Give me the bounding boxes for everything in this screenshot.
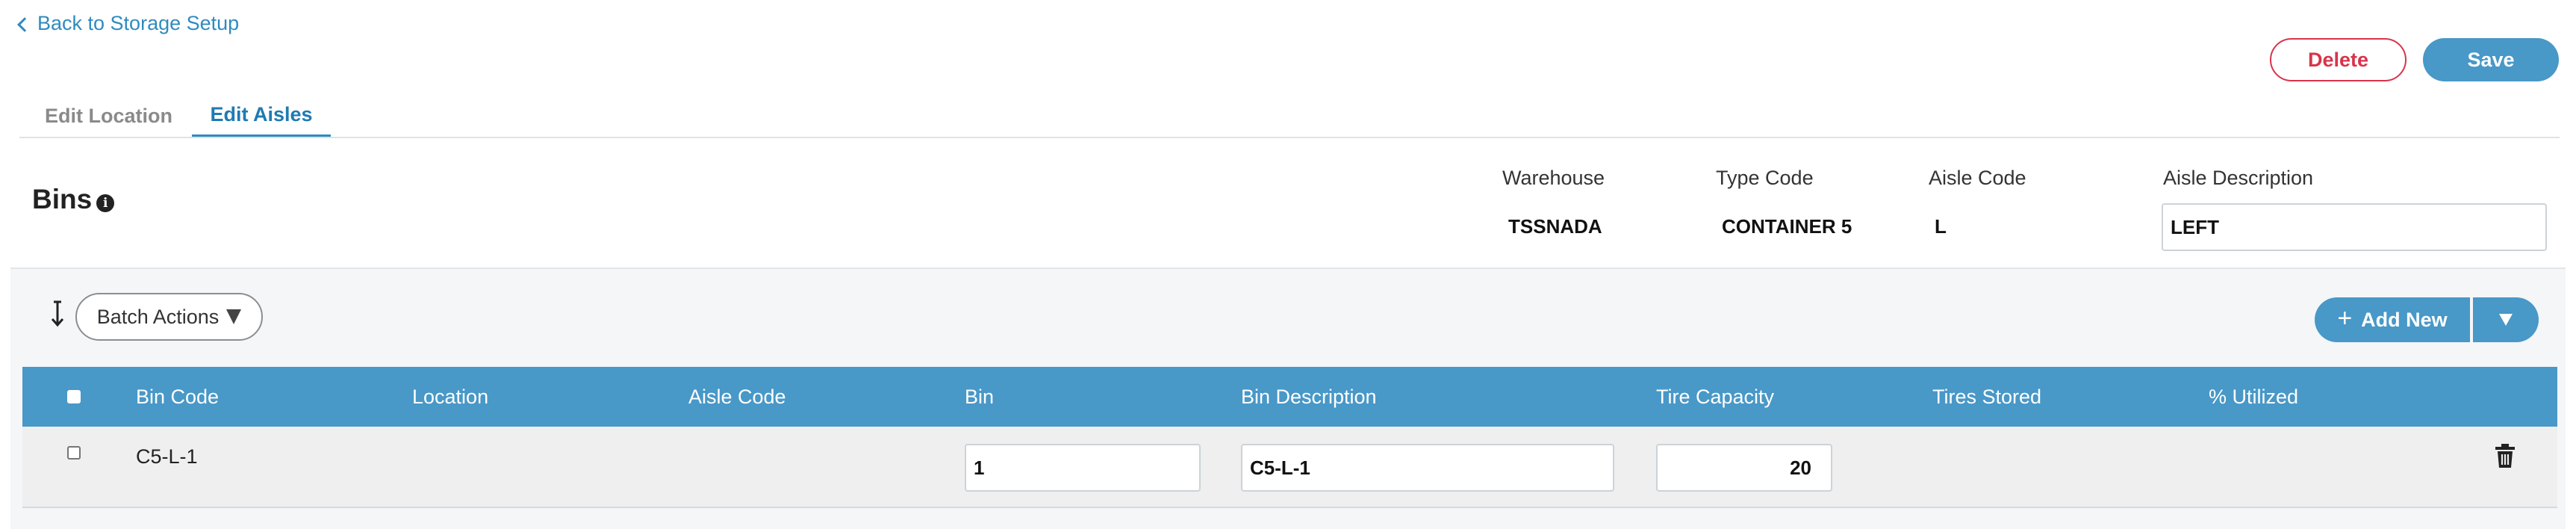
- batch-actions-label: Batch Actions: [96, 305, 220, 328]
- plus-icon: +: [2337, 304, 2353, 332]
- column-header-tires-stored[interactable]: Tires Stored: [1932, 367, 2041, 427]
- tire-capacity-input[interactable]: [1656, 444, 1832, 492]
- aisle-code-label: Aisle Code: [1929, 167, 2026, 189]
- add-new-label: Add New: [2361, 308, 2448, 331]
- section-title: Bins i: [32, 184, 115, 215]
- tabs-divider: [19, 137, 2560, 138]
- column-header-utilized[interactable]: % Utilized: [2209, 367, 2298, 427]
- add-new-dropdown-button[interactable]: [2473, 297, 2539, 342]
- save-button[interactable]: Save: [2423, 38, 2559, 81]
- bin-input[interactable]: [965, 444, 1201, 492]
- trash-icon[interactable]: [2494, 443, 2516, 468]
- bin-code-cell: C5-L-1: [136, 445, 198, 468]
- sort-arrow-icon[interactable]: [49, 300, 66, 327]
- delete-button[interactable]: Delete: [2270, 38, 2407, 81]
- aisle-code-value: L: [1935, 215, 1947, 238]
- caret-down-icon: [2499, 314, 2513, 326]
- back-link-label: Back to Storage Setup: [37, 12, 240, 34]
- type-code-label: Type Code: [1716, 167, 1814, 189]
- select-all-cell: [67, 367, 81, 427]
- batch-actions-button[interactable]: Batch Actions: [75, 293, 263, 341]
- type-code-value: CONTAINER 5: [1722, 215, 1852, 238]
- table-header: Bin Code Location Aisle Code Bin Bin Des…: [22, 367, 2557, 427]
- table-row: C5-L-1: [22, 427, 2557, 508]
- back-to-storage-setup-link[interactable]: Back to Storage Setup: [17, 12, 240, 35]
- column-header-bin[interactable]: Bin: [965, 367, 994, 427]
- select-all-checkbox[interactable]: [67, 390, 81, 403]
- aisle-description-input[interactable]: [2162, 203, 2547, 251]
- add-new-button[interactable]: + Add New: [2315, 297, 2470, 342]
- warehouse-label: Warehouse: [1502, 167, 1605, 189]
- row-select-checkbox[interactable]: [67, 446, 81, 460]
- bin-description-input[interactable]: [1241, 444, 1614, 492]
- column-header-bin-description[interactable]: Bin Description: [1241, 367, 1377, 427]
- tab-edit-location[interactable]: Edit Location: [45, 94, 172, 137]
- info-icon[interactable]: i: [96, 194, 115, 212]
- warehouse-value: TSSNADA: [1508, 215, 1602, 238]
- caret-down-icon: [226, 309, 242, 324]
- column-header-location[interactable]: Location: [412, 367, 488, 427]
- column-header-aisle-code[interactable]: Aisle Code: [688, 367, 786, 427]
- tab-edit-aisles[interactable]: Edit Aisles: [192, 94, 331, 137]
- bins-title-label: Bins: [32, 184, 93, 214]
- column-header-tire-capacity[interactable]: Tire Capacity: [1656, 367, 1774, 427]
- chevron-left-icon: [17, 16, 32, 32]
- aisle-description-label: Aisle Description: [2163, 167, 2314, 189]
- column-header-bin-code[interactable]: Bin Code: [136, 367, 219, 427]
